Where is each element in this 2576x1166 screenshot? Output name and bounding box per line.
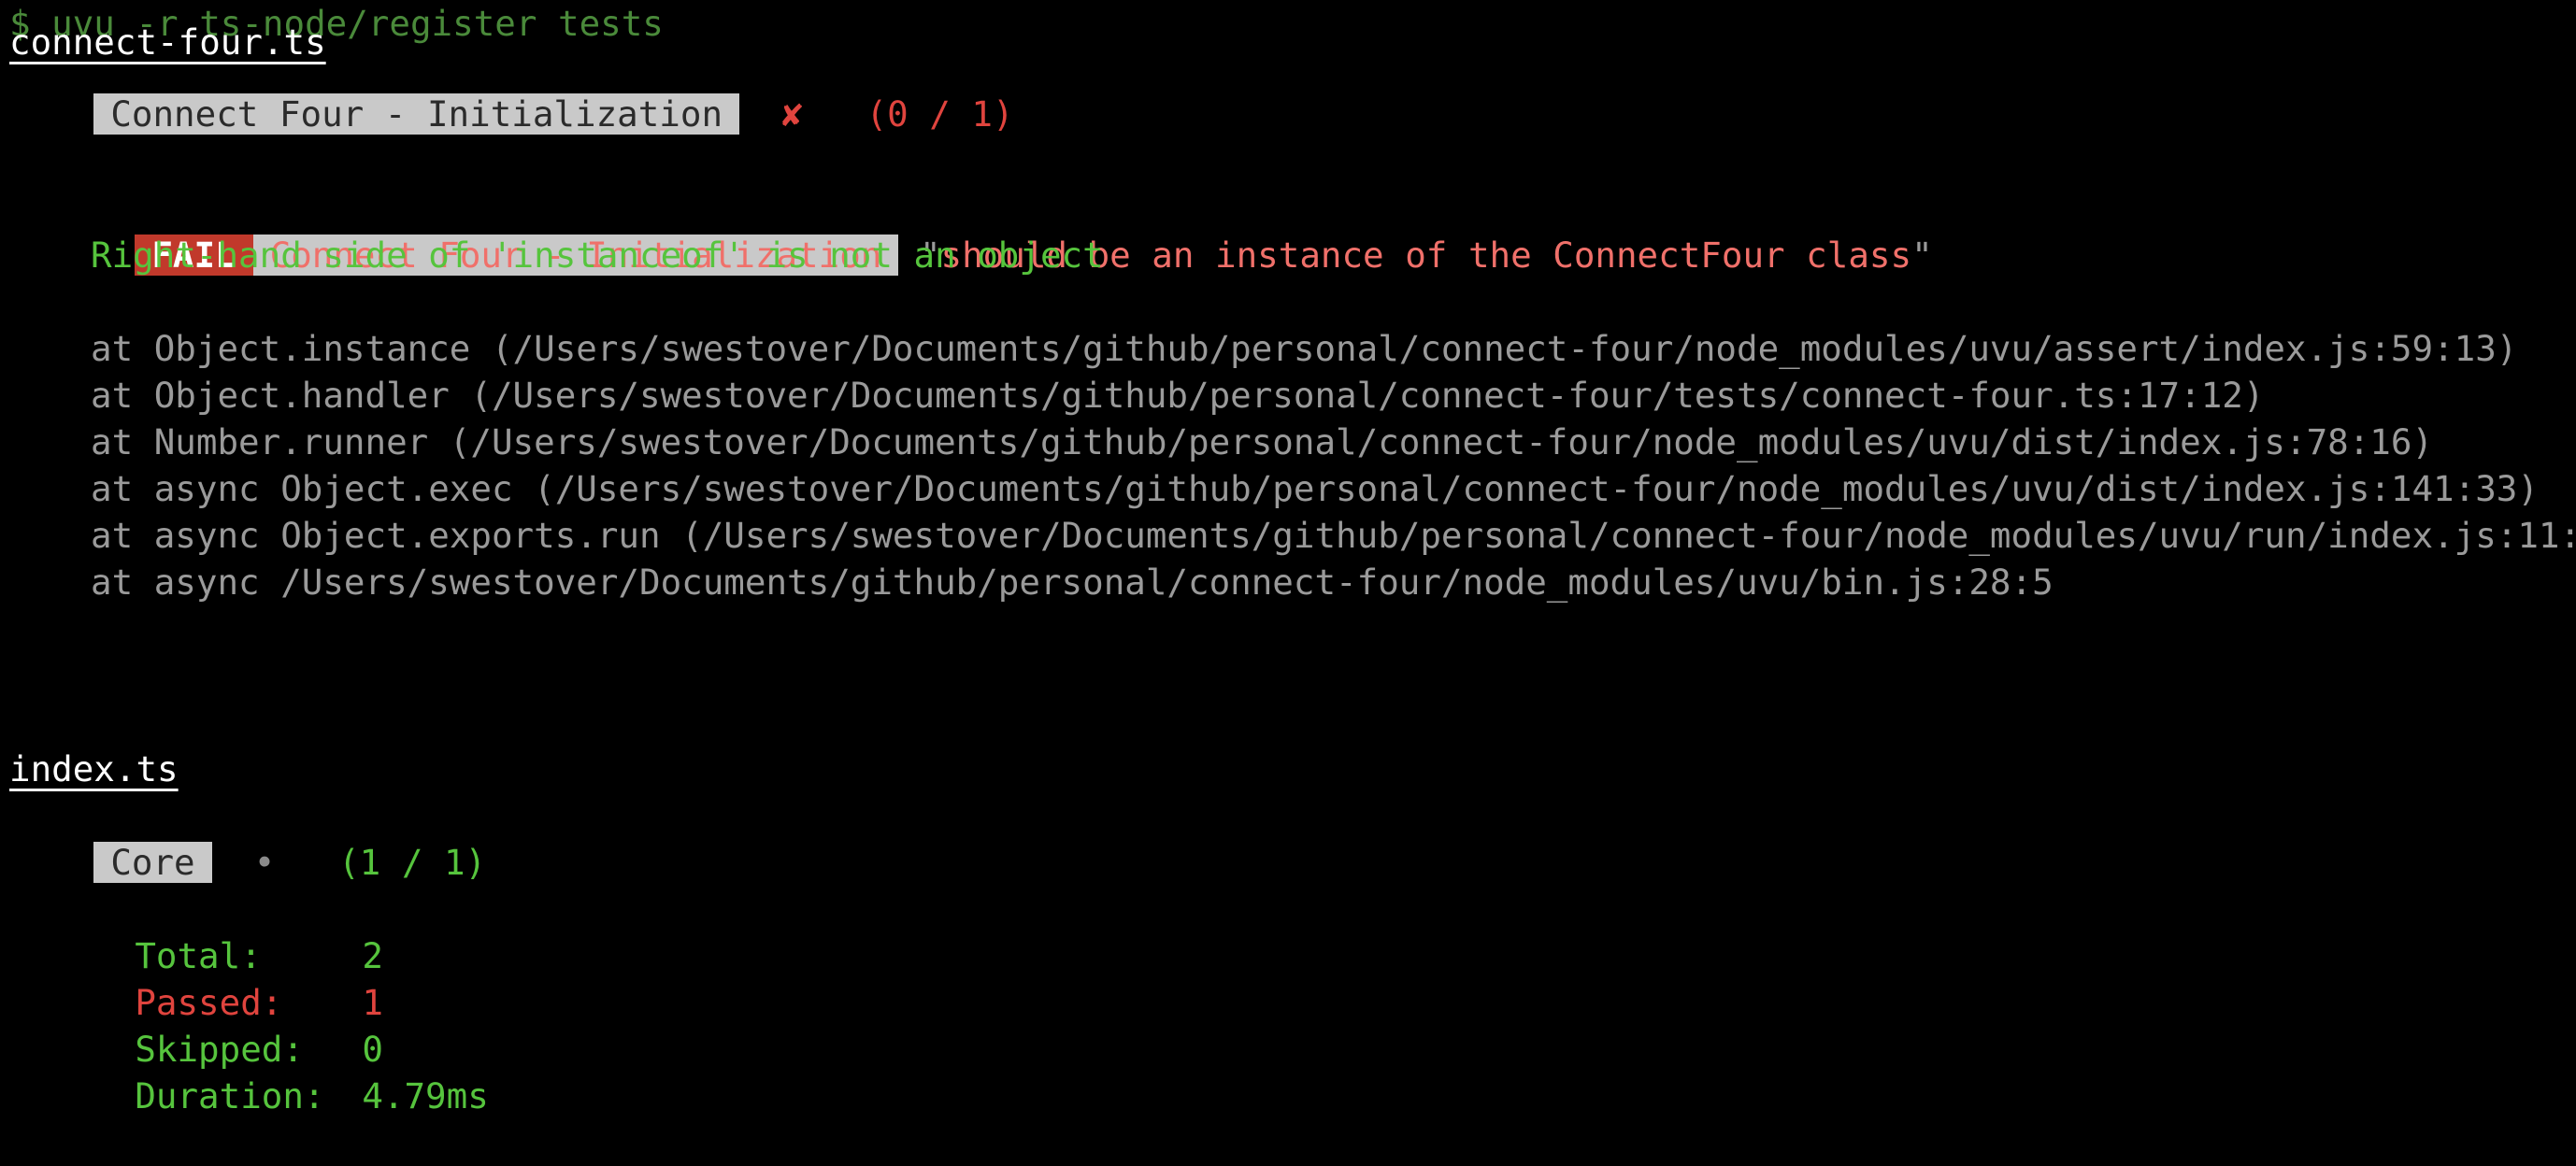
- fail-cross-icon: ✘: [781, 93, 803, 135]
- stack-frame: at async /Users/swestover/Documents/gith…: [91, 562, 2054, 603]
- summary-total: Total: 2: [50, 886, 383, 976]
- suite-row-index: Core • (1 / 1): [9, 792, 486, 883]
- close-quote: ": [1911, 235, 1933, 276]
- stack-frame: at async Object.exports.run (/Users/swes…: [91, 515, 2576, 556]
- duration-value: 4.79ms: [362, 1075, 489, 1116]
- suite-label: Core: [93, 842, 212, 883]
- suite-count: (1 / 1): [338, 842, 487, 883]
- stack-frame: at Number.runner (/Users/swestover/Docum…: [91, 421, 2434, 462]
- stack-frame: at Object.handler (/Users/swestover/Docu…: [91, 375, 2265, 416]
- error-message: Right-hand side of 'instanceof' is not a…: [91, 235, 1104, 276]
- suite-label: Connect Four - Initialization: [93, 93, 740, 135]
- file-name-index: index.ts: [9, 748, 179, 789]
- summary-skipped: Skipped: 0: [50, 979, 383, 1070]
- duration-label: Duration:: [135, 1075, 325, 1116]
- stack-frame: at Object.instance (/Users/swestover/Doc…: [91, 328, 2518, 369]
- suite-count: (0 / 1): [866, 93, 1014, 135]
- failure-header: FAIL Connect Four - Initialization "shoul…: [50, 185, 1933, 276]
- suite-row-connect-four: Connect Four - Initialization ✘ (0 / 1): [9, 44, 1014, 135]
- pass-dot-icon: •: [253, 842, 276, 883]
- stack-frame: at async Object.exec (/Users/swestover/D…: [91, 468, 2539, 509]
- summary-passed: Passed: 1: [50, 932, 383, 1023]
- summary-duration: Duration: 4.79ms: [50, 1026, 488, 1116]
